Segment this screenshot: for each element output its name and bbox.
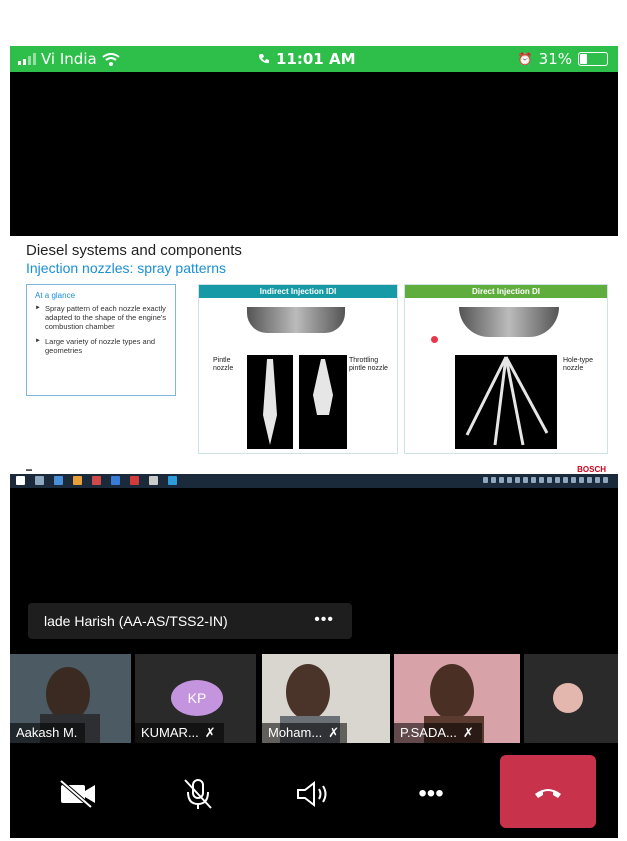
speaker-name: lade Harish (AA-AS/TSS2-IN)	[44, 613, 228, 629]
participant-tile[interactable]: P.SADA... ✗	[394, 654, 520, 743]
mic-off-icon	[184, 779, 212, 809]
mic-muted-icon: ✗	[328, 725, 340, 740]
spray-image	[247, 355, 293, 449]
glance-bullet: Large variety of nozzle types and geomet…	[35, 337, 175, 355]
taskbar-app-icon	[111, 476, 120, 485]
presenter-taskbar	[10, 474, 618, 488]
camera-toggle-button[interactable]	[40, 755, 118, 833]
windows-start-icon	[16, 476, 25, 485]
battery-percent: 31%	[538, 50, 572, 68]
participant-tile[interactable]: Aakash M.	[10, 654, 131, 743]
spray-image	[299, 355, 347, 449]
speaker-button[interactable]	[275, 755, 353, 833]
idi-panel: Indirect Injection IDI Pintle nozzle Thr…	[198, 284, 398, 454]
participant-name: Moham...	[268, 725, 323, 740]
participant-name: Aakash M.	[16, 725, 78, 740]
nozzle-image	[459, 307, 559, 337]
status-bar: Vi India 11:01 AM ⏰ 31%	[10, 46, 618, 72]
wifi-icon	[102, 52, 120, 66]
glance-bullet: Spray pattern of each nozzle exactly ada…	[35, 304, 175, 331]
more-icon: •••	[418, 780, 444, 807]
idi-panel-header: Indirect Injection IDI	[199, 285, 397, 298]
slide-subtitle: Injection nozzles: spray patterns	[26, 260, 226, 276]
mic-toggle-button[interactable]	[160, 755, 238, 833]
system-tray	[483, 477, 608, 483]
glance-heading: At a glance	[35, 291, 76, 300]
participant-name: P.SADA...	[400, 725, 457, 740]
slide-title: Diesel systems and components	[26, 242, 242, 259]
hang-up-icon	[535, 788, 561, 798]
taskbar-app-icon	[168, 476, 177, 485]
phone-screen: Vi India 11:01 AM ⏰ 31% Diesel systems a…	[10, 46, 618, 838]
call-controls: •••	[10, 755, 618, 838]
di-panel: Direct Injection DI Hole-type nozzle	[404, 284, 608, 454]
carrier-name: Vi India	[41, 50, 97, 68]
pintle-nozzle-label: Pintle nozzle	[213, 357, 234, 372]
participant-name: KUMAR...	[141, 725, 199, 740]
shared-slide: Diesel systems and components Injection …	[10, 236, 618, 474]
hole-nozzle-label: Hole-type nozzle	[563, 357, 593, 372]
throttling-nozzle-label: Throttling pintle nozzle	[349, 357, 388, 372]
participant-avatar: KP	[171, 680, 223, 716]
mic-muted-icon: ✗	[462, 725, 474, 740]
phone-call-icon	[259, 54, 269, 64]
taskbar-app-icon	[149, 476, 158, 485]
participant-tile[interactable]: Moham... ✗	[262, 654, 390, 743]
more-options-button[interactable]: •••	[392, 755, 470, 833]
mic-muted-icon: ✗	[204, 725, 216, 740]
alarm-icon: ⏰	[517, 52, 533, 66]
taskbar-app-icon	[92, 476, 101, 485]
speaker-icon	[297, 780, 327, 808]
battery-icon	[578, 52, 608, 66]
video-off-icon	[59, 779, 95, 809]
speaker-more-button[interactable]: •••	[314, 611, 334, 629]
taskbar-app-icon	[54, 476, 63, 485]
laser-pointer-dot	[431, 336, 438, 343]
participant-avatar	[553, 683, 583, 713]
search-icon	[35, 476, 44, 485]
di-panel-header: Direct Injection DI	[405, 285, 607, 298]
active-speaker-label[interactable]: lade Harish (AA-AS/TSS2-IN) •••	[28, 603, 352, 639]
signal-icon	[18, 53, 36, 65]
end-call-button[interactable]	[500, 755, 596, 828]
clock: 11:01 AM	[276, 50, 356, 68]
taskbar-app-icon	[73, 476, 82, 485]
taskbar-app-icon	[130, 476, 139, 485]
bosch-logo: BOSCH	[577, 465, 606, 474]
slide-footer-text: ▬	[26, 467, 32, 473]
spray-image	[455, 355, 557, 449]
at-a-glance-box: At a glance Spray pattern of each nozzle…	[26, 284, 176, 396]
nozzle-image	[247, 307, 345, 333]
